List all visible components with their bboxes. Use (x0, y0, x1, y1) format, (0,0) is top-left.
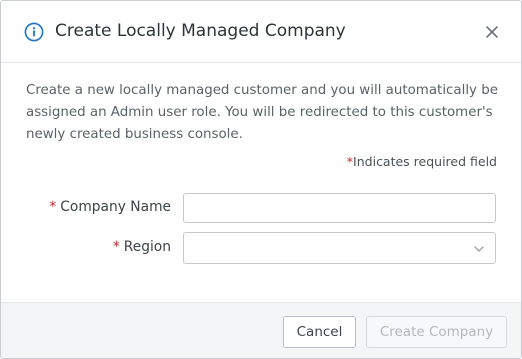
info-icon (24, 22, 44, 42)
create-company-button[interactable]: Create Company (366, 316, 507, 348)
required-note-text: Indicates required field (353, 154, 497, 169)
create-company-dialog: Create Locally Managed Company Create a … (0, 0, 522, 359)
region-select[interactable] (183, 232, 496, 264)
required-star: * (49, 199, 57, 215)
dialog-title: Create Locally Managed Company (55, 21, 346, 41)
company-name-input[interactable] (183, 193, 496, 223)
required-field-note: *Indicates required field (347, 154, 497, 169)
dialog-description: Create a new locally managed customer an… (26, 83, 498, 142)
cancel-button[interactable]: Cancel (283, 316, 356, 348)
chevron-down-icon (473, 243, 485, 255)
required-star: * (112, 239, 120, 255)
company-name-label: * Company Name (49, 199, 171, 215)
close-icon[interactable] (483, 23, 501, 41)
region-label-text: Region (123, 239, 171, 255)
dialog-header: Create Locally Managed Company (1, 1, 521, 63)
region-label: * Region (113, 239, 171, 255)
company-name-label-text: Company Name (60, 199, 171, 215)
dialog-footer: Cancel Create Company (1, 302, 521, 358)
